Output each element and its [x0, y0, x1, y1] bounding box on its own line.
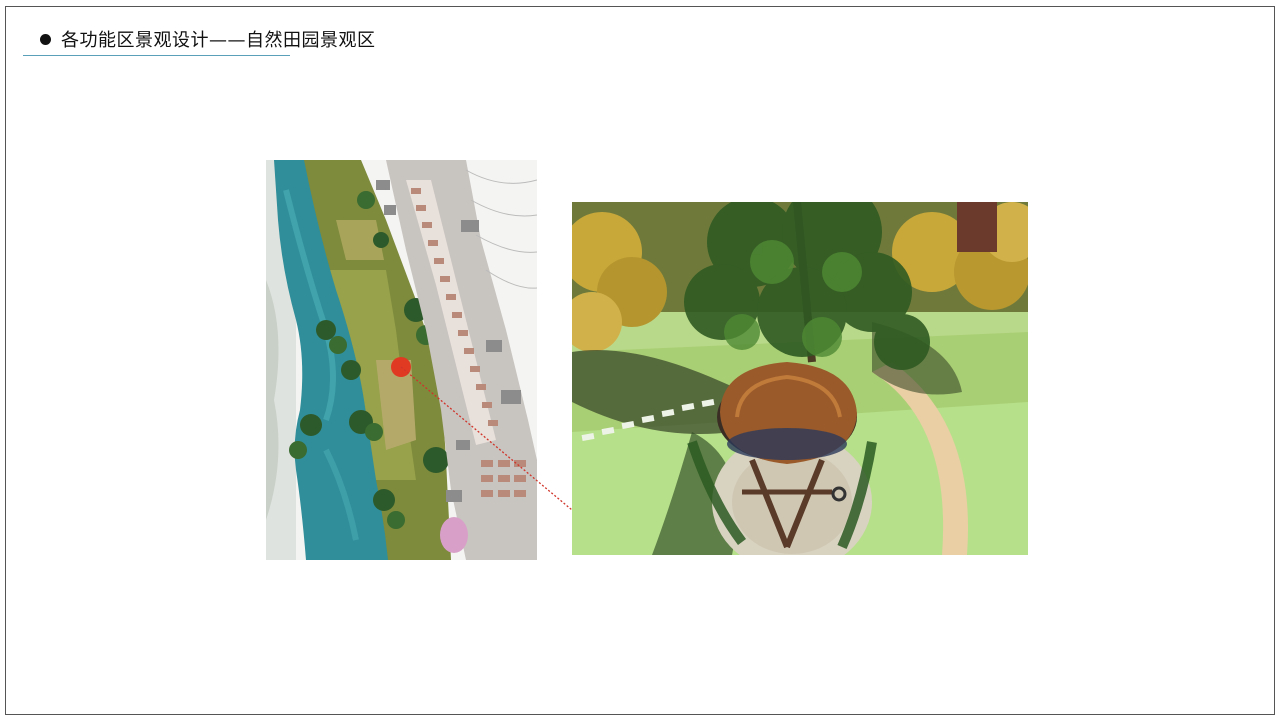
treehouse-render-image	[572, 202, 1028, 555]
title-underline	[23, 55, 290, 56]
aerial-site-plan-image	[266, 160, 537, 560]
location-marker-icon	[391, 357, 411, 377]
bullet-icon	[40, 33, 51, 45]
slide-title-row: 各功能区景观设计——自然田园景观区	[40, 26, 376, 52]
slide-title: 各功能区景观设计——自然田园景观区	[61, 30, 376, 51]
